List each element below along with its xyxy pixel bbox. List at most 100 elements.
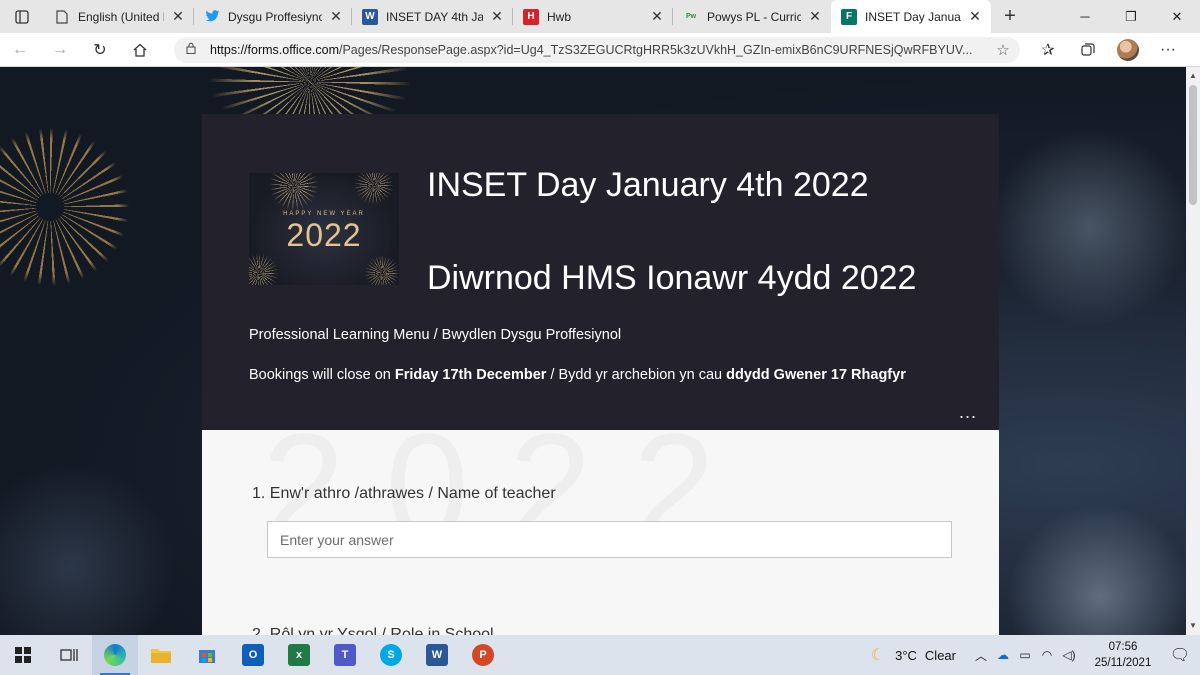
powerpoint-button[interactable]: P bbox=[460, 635, 506, 675]
close-tab-icon[interactable]: ✕ bbox=[967, 8, 983, 25]
closing-middle: / Bydd yr archebion yn cau bbox=[546, 367, 727, 383]
profile-button[interactable] bbox=[1108, 33, 1148, 67]
scroll-up-icon[interactable]: ▲ bbox=[1186, 69, 1200, 83]
closing-date-cy: ddydd Gwener 17 Rhagfyr bbox=[726, 367, 906, 383]
wifi-icon[interactable]: ◠ bbox=[1036, 648, 1058, 662]
scroll-down-icon[interactable]: ▼ bbox=[1186, 619, 1200, 633]
tab-english[interactable]: English (United Kin ✕ bbox=[44, 0, 194, 33]
lock-icon[interactable] bbox=[186, 42, 204, 57]
hwb-icon: H bbox=[523, 8, 539, 25]
teams-button[interactable]: T bbox=[322, 635, 368, 675]
volume-icon[interactable]: ◁) bbox=[1058, 648, 1080, 662]
notifications-icon[interactable]: 🗨 bbox=[1160, 645, 1200, 665]
clock-time: 07:56 bbox=[1108, 641, 1138, 653]
tab-dysgu[interactable]: Dysgu Proffesiynol ✕ bbox=[194, 0, 352, 33]
firework-decoration bbox=[0, 127, 130, 287]
url-host: https://forms.office.com bbox=[210, 42, 339, 57]
document-icon bbox=[54, 9, 70, 25]
close-tab-icon[interactable]: ✕ bbox=[328, 8, 344, 25]
show-hidden-icons-icon[interactable]: ︿ bbox=[970, 647, 992, 664]
question-label: 1. Enw'r athro /athrawes / Name of teach… bbox=[252, 485, 556, 502]
form-header-image: HAPPY NEW YEAR 2022 bbox=[249, 173, 399, 285]
skype-icon: S bbox=[380, 644, 402, 666]
clock[interactable]: 07:56 25/11/2021 bbox=[1086, 639, 1160, 671]
store-button[interactable] bbox=[184, 635, 230, 675]
tab-inset-word[interactable]: W INSET DAY 4th Jan. ✕ bbox=[352, 0, 513, 33]
tab-label: Hwb bbox=[547, 9, 572, 24]
scrollbar[interactable]: ▲ ▼ bbox=[1186, 67, 1200, 635]
close-window-icon[interactable]: ✕ bbox=[1154, 0, 1200, 33]
minimize-icon[interactable]: ─ bbox=[1062, 0, 1108, 33]
excel-button[interactable]: x bbox=[276, 635, 322, 675]
scrollbar-thumb[interactable] bbox=[1189, 85, 1197, 205]
moon-icon: ☾ bbox=[870, 647, 886, 664]
favorites-button[interactable]: ✰ bbox=[1028, 33, 1068, 67]
new-tab-button[interactable]: + bbox=[991, 0, 1029, 33]
file-explorer-button[interactable] bbox=[138, 635, 184, 675]
more-options-icon[interactable]: ... bbox=[959, 402, 977, 423]
edge-icon bbox=[104, 644, 126, 666]
windows-icon bbox=[15, 647, 31, 663]
back-button[interactable]: ← bbox=[0, 33, 40, 67]
forward-button[interactable]: → bbox=[40, 33, 80, 67]
collections-button[interactable] bbox=[1068, 33, 1108, 67]
teacher-name-input[interactable] bbox=[267, 521, 952, 558]
avatar bbox=[1117, 38, 1139, 61]
taskbar: O x T S W P ☾ 3°C Clear ︿ ☁ ▭ ◠ ◁) 07:56… bbox=[0, 635, 1200, 675]
tab-actions-icon bbox=[15, 9, 29, 24]
skype-button[interactable]: S bbox=[368, 635, 414, 675]
onedrive-icon[interactable]: ☁ bbox=[992, 648, 1014, 662]
closing-date-en: Friday 17th December bbox=[394, 367, 547, 383]
tab-strip: English (United Kin ✕ Dysgu Proffesiynol… bbox=[0, 0, 1200, 33]
close-tab-icon[interactable]: ✕ bbox=[807, 8, 823, 25]
settings-menu-button[interactable]: ··· bbox=[1148, 33, 1188, 67]
form-body: 2022 1. Enw'r athro /athrawes / Name of … bbox=[202, 430, 999, 635]
edge-taskbar-button[interactable] bbox=[92, 635, 138, 675]
weather-widget[interactable]: ☾ 3°C Clear bbox=[871, 645, 956, 665]
firework-decoration bbox=[249, 253, 279, 285]
battery-icon[interactable]: ▭ bbox=[1014, 648, 1036, 662]
forms-icon: F bbox=[841, 8, 857, 25]
refresh-button[interactable]: ↻ bbox=[80, 33, 120, 67]
task-view-icon bbox=[60, 649, 78, 661]
tab-label: INSET DAY 4th Jan. bbox=[386, 9, 483, 24]
forward-arrow-icon: → bbox=[52, 40, 68, 58]
refresh-icon: ↻ bbox=[93, 41, 107, 59]
tab-actions-button[interactable] bbox=[0, 0, 44, 33]
twitter-icon bbox=[204, 9, 220, 25]
tab-powys[interactable]: Pw Powys PL - Curricul ✕ bbox=[673, 0, 831, 33]
close-tab-icon[interactable]: ✕ bbox=[649, 8, 665, 25]
folder-icon bbox=[151, 649, 171, 663]
url-text: https://forms.office.com/Pages/ResponseP… bbox=[210, 43, 992, 57]
tab-label: English (United Kin bbox=[78, 9, 164, 24]
close-tab-icon[interactable]: ✕ bbox=[170, 8, 186, 25]
maximize-icon[interactable]: ❐ bbox=[1108, 0, 1154, 33]
collections-icon bbox=[1081, 42, 1095, 56]
tab-label: Powys PL - Curricul bbox=[707, 9, 801, 24]
toolbar-icons: ✰ ··· bbox=[1028, 33, 1188, 67]
start-button[interactable] bbox=[0, 635, 46, 675]
firework-decoration bbox=[354, 173, 394, 205]
excel-icon: x bbox=[288, 644, 310, 666]
window-controls: ─ ❐ ✕ bbox=[1062, 0, 1200, 33]
firework-decoration bbox=[269, 173, 319, 211]
question-label: 2. Rôl yn yr Ysgol / Role in School bbox=[252, 626, 494, 635]
image-year: 2022 bbox=[286, 217, 362, 253]
favorites-icon: ✰ bbox=[1041, 41, 1055, 59]
back-arrow-icon: ← bbox=[12, 40, 28, 58]
form-title: INSET Day January 4th 2022 bbox=[427, 166, 869, 204]
url-path: /Pages/ResponsePage.aspx?id=Ug4_TzS3ZEGU… bbox=[338, 42, 973, 57]
add-favorite-icon[interactable]: ☆ bbox=[992, 41, 1014, 59]
outlook-icon: O bbox=[242, 644, 264, 666]
weather-condition: Clear bbox=[924, 647, 956, 663]
task-view-button[interactable] bbox=[46, 635, 92, 675]
weather-temperature: 3°C bbox=[895, 647, 917, 663]
tab-hwb[interactable]: H Hwb ✕ bbox=[513, 0, 673, 33]
home-button[interactable] bbox=[120, 33, 160, 67]
word-taskbar-button[interactable]: W bbox=[414, 635, 460, 675]
word-icon: W bbox=[426, 644, 448, 666]
outlook-button[interactable]: O bbox=[230, 635, 276, 675]
close-tab-icon[interactable]: ✕ bbox=[489, 8, 505, 25]
address-bar[interactable]: https://forms.office.com/Pages/ResponseP… bbox=[174, 36, 1020, 63]
tab-inset-forms[interactable]: F INSET Day January ✕ bbox=[831, 0, 991, 33]
